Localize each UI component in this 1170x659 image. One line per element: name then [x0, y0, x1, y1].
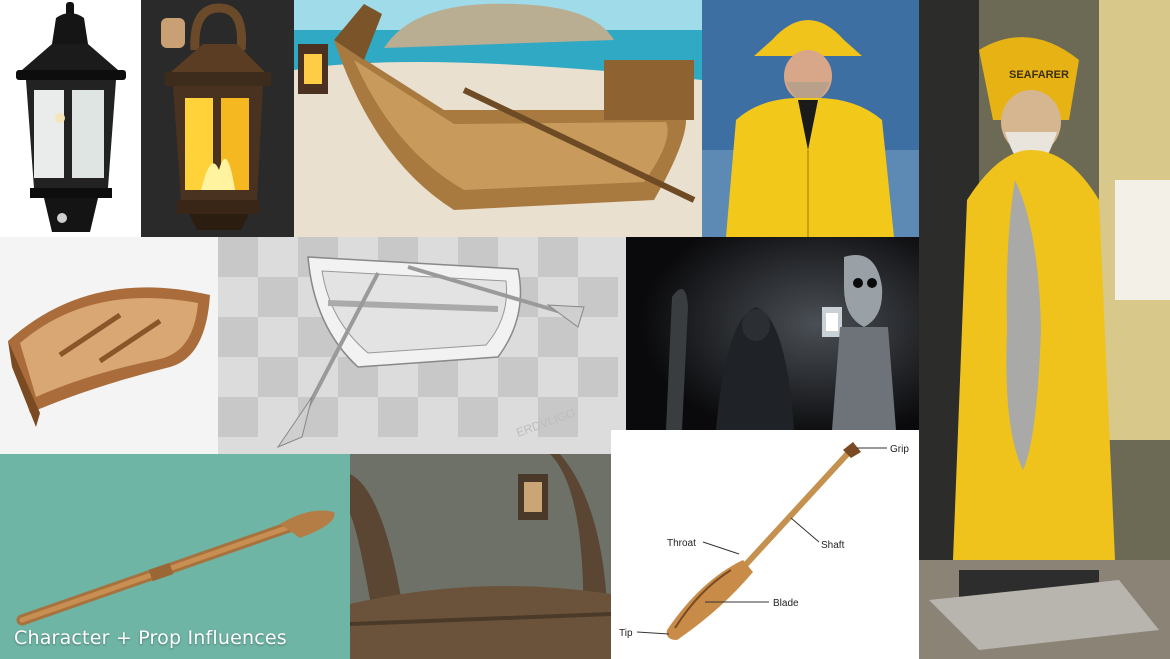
tile-stylized-boat	[294, 0, 702, 237]
tile-black-lantern	[0, 0, 141, 237]
mood-board: SEAFARER ERDVLIGO Character + Prop Influ…	[0, 0, 1170, 659]
wooden-rowboat-image	[0, 237, 218, 454]
black-lantern-image	[0, 0, 141, 237]
board-caption: Character + Prop Influences	[14, 627, 287, 649]
paddle-label-tip: Tip	[619, 628, 633, 639]
tile-grim-reaper	[626, 237, 919, 430]
tile-wireframe-boat: ERDVLIGO	[218, 237, 626, 454]
tile-paddle-diagram: Grip Shaft Throat Blade Tip	[611, 430, 919, 659]
stylized-lantern-image	[141, 0, 294, 237]
tile-boat-interior	[350, 454, 611, 659]
paddle-label-throat: Throat	[667, 538, 696, 549]
boat-interior-image	[350, 454, 611, 659]
paddle-label-blade: Blade	[773, 598, 799, 609]
tile-seafarer-statue: SEAFARER	[919, 0, 1170, 659]
tile-fisherman-photo	[702, 0, 919, 237]
wireframe-boat-image: ERDVLIGO	[218, 237, 626, 454]
seafarer-statue-image: SEAFARER	[919, 0, 1170, 659]
tile-oar-render: Character + Prop Influences	[0, 454, 350, 659]
stylized-boat-image	[294, 0, 702, 237]
tile-wooden-rowboat	[0, 237, 218, 454]
paddle-label-grip: Grip	[890, 444, 909, 455]
tile-stylized-lantern	[141, 0, 294, 237]
fisherman-photo-image	[702, 0, 919, 237]
paddle-diagram-image: Grip Shaft Throat Blade Tip	[611, 430, 919, 659]
statue-hat-text: SEAFARER	[1009, 69, 1069, 81]
grim-reaper-image	[626, 237, 919, 430]
paddle-label-shaft: Shaft	[821, 540, 845, 551]
